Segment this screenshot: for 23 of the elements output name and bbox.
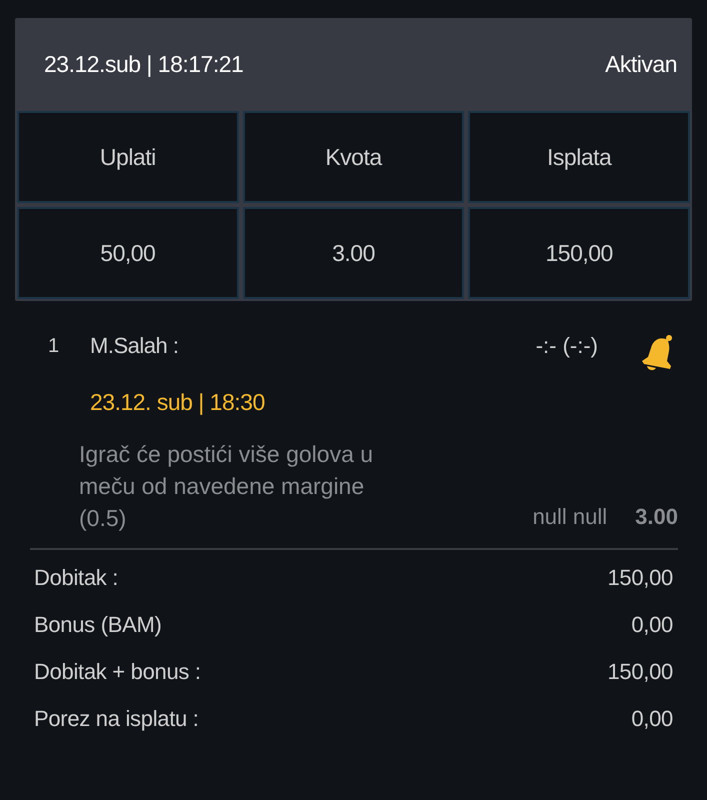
summary-label: Dobitak :: [34, 564, 118, 591]
market-description: Igrač će postići više golova u meču od navedene margine (0.5): [79, 440, 374, 533]
column-header: Kvota: [242, 111, 464, 203]
pick-label: null null: [532, 504, 608, 531]
selection-number: 1: [48, 334, 60, 358]
amount-cell: 50,00: [17, 207, 239, 299]
summary-value: 0,00: [631, 611, 673, 638]
summary-label: Bonus (BAM): [34, 611, 162, 638]
column-header: Uplati: [17, 111, 239, 203]
amount-cell: 150,00: [468, 207, 690, 299]
amount-cell: 3.00: [242, 207, 464, 299]
ticket-status: Aktivan: [605, 51, 677, 78]
summary-label: Porez na isplatu :: [34, 705, 199, 732]
summary-value: 150,00: [608, 564, 673, 591]
score: -:- (-:-): [536, 332, 598, 359]
summary-value: 0,00: [631, 705, 673, 732]
event-time: 23.12. sub | 18:30: [90, 389, 266, 416]
ticket-datetime: 23.12.sub | 18:17:21: [44, 51, 244, 78]
player-name: M.Salah :: [90, 332, 180, 359]
summary-label: Dobitak + bonus :: [34, 658, 201, 685]
summary-value: 150,00: [608, 658, 673, 685]
column-header: Isplata: [468, 111, 690, 203]
odds-value: 3.00: [635, 504, 678, 531]
